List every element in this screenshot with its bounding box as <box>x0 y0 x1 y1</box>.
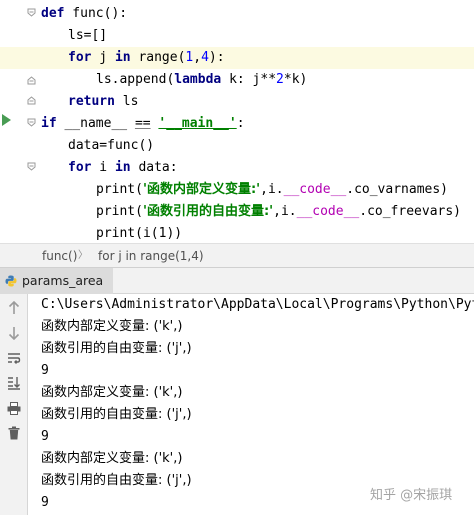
code-token: , <box>193 50 202 65</box>
code-token: ls <box>114 94 139 109</box>
dunder-token: __code__ <box>283 182 347 197</box>
console-line: 函数引用的自由变量: ('j',) <box>41 407 192 422</box>
keyword-if: if <box>41 116 57 131</box>
code-token: ls=[] <box>68 28 108 43</box>
keyword-lambda: lambda <box>174 72 222 87</box>
run-tab[interactable]: params_area <box>0 268 114 294</box>
keyword-def: def <box>41 6 65 21</box>
current-code-line[interactable]: for j in range(1,4): <box>0 47 474 69</box>
code-token: range( <box>130 50 186 65</box>
code-token: ,i. <box>273 204 297 219</box>
string-token: '__main__' <box>158 116 237 131</box>
code-token: ls.append( <box>96 72 175 87</box>
python-icon <box>5 275 17 287</box>
down-arrow-icon[interactable] <box>5 324 23 342</box>
scroll-to-end-icon[interactable] <box>5 374 23 392</box>
keyword-for: for <box>68 160 92 175</box>
operator-token: * <box>283 72 292 87</box>
code-token: j <box>91 50 115 65</box>
console-line: 函数内部定义变量: ('k',) <box>41 319 183 334</box>
number-token: 2 <box>276 72 284 87</box>
console-output[interactable]: C:\Users\Administrator\AppData\Local\Pro… <box>28 294 474 515</box>
run-panel-header: params_area <box>0 268 474 294</box>
print-icon[interactable] <box>5 399 23 417</box>
run-toolbar <box>0 294 28 515</box>
code-line[interactable]: for i in data: <box>0 157 474 179</box>
console-line: 函数内部定义变量: ('k',) <box>41 385 183 400</box>
code-line[interactable]: ls.append(lambda k: j**2*k) <box>0 69 474 91</box>
code-token: ,i. <box>260 182 284 197</box>
console-line: 函数引用的自由变量: ('j',) <box>41 341 192 356</box>
code-token: print( <box>96 204 143 219</box>
keyword-in: in <box>114 160 131 175</box>
breadcrumb-item[interactable]: for j in range(1,4) <box>98 244 204 268</box>
code-line[interactable]: print(i(1)) <box>0 223 474 243</box>
code-token: print( <box>96 182 143 197</box>
run-tab-label: params_area <box>22 273 104 288</box>
code-line[interactable]: print('函数引用的自由变量:',i.__code__.co_freevar… <box>0 201 474 223</box>
console-line: C:\Users\Administrator\AppData\Local\Pro… <box>41 297 474 312</box>
console-line: 9 <box>41 429 49 444</box>
code-line[interactable]: print('函数内部定义变量:',i.__code__.co_varnames… <box>0 179 474 201</box>
string-token: '函数引用的自由变量:' <box>142 204 274 219</box>
code-token: i <box>91 160 115 175</box>
keyword-for: for <box>68 50 92 65</box>
dunder-token: __code__ <box>296 204 360 219</box>
code-line[interactable]: return ls <box>0 91 474 113</box>
code-token: print(i(1)) <box>96 226 183 241</box>
operator-token: ** <box>260 72 277 87</box>
code-token: .co_freevars) <box>359 204 461 219</box>
operator-token: == <box>134 116 151 131</box>
console-line: 函数内部定义变量: ('k',) <box>41 451 183 466</box>
code-token: __name__ <box>56 116 135 131</box>
code-token: data: <box>130 160 178 175</box>
code-line[interactable]: ls=[] <box>0 25 474 47</box>
code-line[interactable]: data=func() <box>0 135 474 157</box>
soft-wrap-icon[interactable] <box>5 349 23 367</box>
console-line: 9 <box>41 495 49 510</box>
up-arrow-icon[interactable] <box>5 299 23 317</box>
code-token: ): <box>208 50 225 65</box>
trash-icon[interactable] <box>5 424 23 442</box>
console-line: 函数引用的自由变量: ('j',) <box>41 473 192 488</box>
breadcrumb-separator: 〉 <box>78 250 88 261</box>
number-token: 4 <box>201 50 209 65</box>
keyword-in: in <box>114 50 131 65</box>
code-line[interactable]: if __name__ == '__main__': <box>0 113 474 135</box>
string-token: '函数内部定义变量:' <box>142 182 261 197</box>
breadcrumb-item[interactable]: func() <box>42 244 77 268</box>
code-token: data=func() <box>68 138 155 153</box>
code-token: k) <box>291 72 308 87</box>
console-line: 9 <box>41 363 49 378</box>
keyword-return: return <box>68 94 115 109</box>
code-token: : <box>236 116 245 131</box>
breadcrumb: func() 〉 for j in range(1,4) <box>0 243 474 268</box>
watermark: 知乎 @宋振琪 <box>370 488 453 503</box>
code-token: .co_varnames) <box>346 182 448 197</box>
code-editor[interactable]: def func(): ls=[] for j in range(1,4): l… <box>0 0 474 243</box>
code-token: k: j <box>221 72 261 87</box>
code-line[interactable]: def func(): <box>0 3 474 25</box>
code-token: func(): <box>64 6 128 21</box>
